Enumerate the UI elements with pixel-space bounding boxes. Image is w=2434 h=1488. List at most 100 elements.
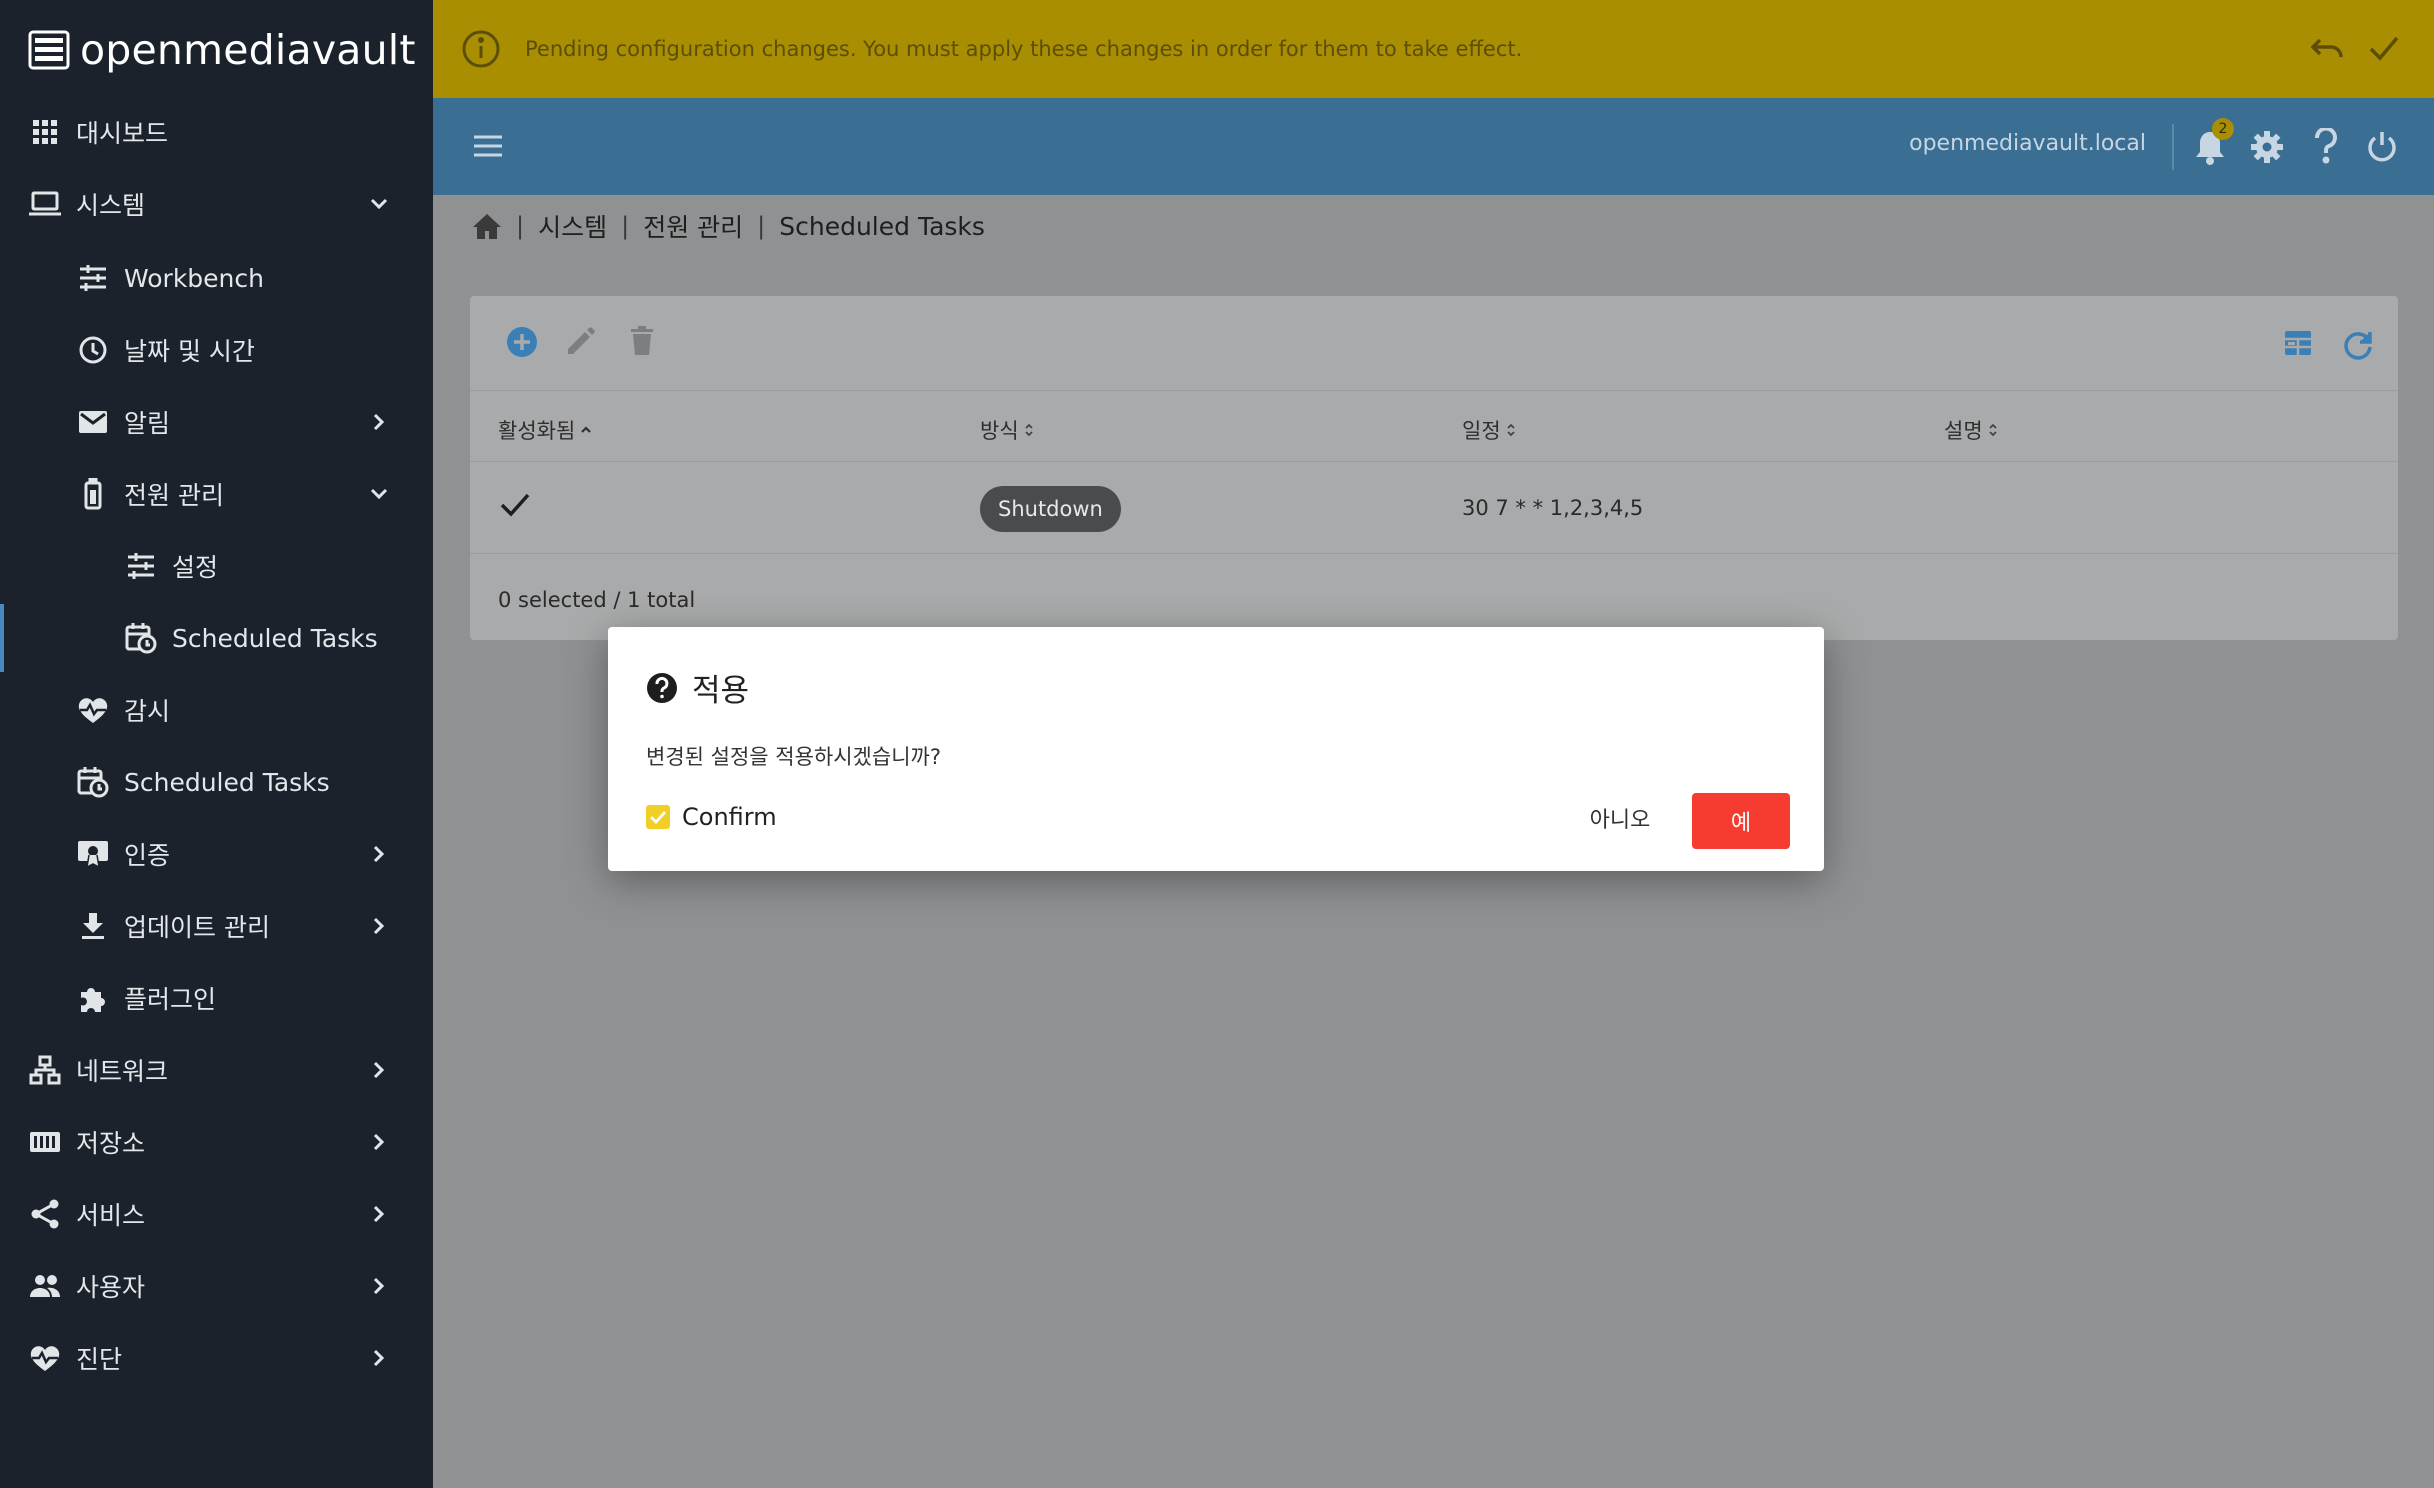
breadcrumb-item-power-management[interactable]: 전원 관리: [643, 208, 743, 244]
help-icon[interactable]: [2314, 128, 2338, 164]
toolbar-divider: [2172, 124, 2174, 170]
add-circle-icon[interactable]: [506, 326, 538, 358]
sidebar-item-diagnostics[interactable]: 진단: [0, 1324, 433, 1392]
info-icon: [461, 29, 501, 69]
sidebar-item-label: 대시보드: [76, 119, 169, 148]
sidebar-item-label: 인증: [124, 841, 171, 870]
delete-trash-icon[interactable]: [630, 326, 654, 356]
breadcrumb-separator: |: [757, 212, 766, 240]
table-view-icon[interactable]: [2284, 330, 2312, 356]
sidebar-item-label: 감시: [124, 697, 171, 726]
column-header-enabled[interactable]: 활성화됨: [498, 415, 593, 445]
menu-icon[interactable]: [473, 134, 503, 158]
confirm-label: Confirm: [682, 803, 777, 831]
sidebar-item-storage[interactable]: 저장소: [0, 1108, 433, 1176]
apply-check-icon[interactable]: [2368, 34, 2400, 62]
sort-icon: [1507, 423, 1515, 437]
selection-status: 0 selected / 1 total: [498, 588, 696, 612]
sidebar-item-network[interactable]: 네트워크: [0, 1036, 433, 1104]
scheduled-tasks-card: 활성화됨 방식 일정 설명 Shutdown 30 7 * * 1,2,3,4,…: [470, 296, 2398, 640]
app-logo[interactable]: openmediavault: [28, 22, 416, 78]
column-header-label: 방식: [980, 419, 1019, 443]
enabled-check-icon: [500, 492, 530, 518]
dialog-message: 변경된 설정을 적용하시겠습니까?: [646, 745, 941, 769]
chevron-right-icon: [373, 1205, 385, 1223]
refresh-icon[interactable]: [2342, 328, 2374, 360]
table-header: 활성화됨 방식 일정 설명: [470, 390, 2398, 462]
home-icon[interactable]: [472, 212, 502, 240]
table-row[interactable]: Shutdown 30 7 * * 1,2,3,4,5: [470, 462, 2398, 554]
sidebar-item-label: Scheduled Tasks: [124, 767, 330, 797]
chevron-right-icon: [373, 845, 385, 863]
heart-pulse-icon: [28, 1341, 62, 1375]
settings-gear-icon[interactable]: [2250, 130, 2284, 164]
no-button[interactable]: 아니오: [1574, 793, 1666, 843]
chevron-right-icon: [373, 1133, 385, 1151]
calendar-clock-icon: [76, 765, 110, 799]
dashboard-grid-icon: [28, 115, 62, 149]
hostname: openmediavault.local: [1909, 131, 2146, 156]
sidebar-item-monitoring[interactable]: 감시: [0, 676, 433, 744]
notification-badge: 2: [2212, 118, 2234, 140]
edit-pencil-icon[interactable]: [566, 326, 596, 356]
sort-icon: [1025, 423, 1033, 437]
sidebar-item-label: 시스템: [76, 191, 146, 220]
puzzle-icon: [76, 981, 110, 1015]
share-icon: [28, 1197, 62, 1231]
chevron-right-icon: [373, 1277, 385, 1295]
checkmark-icon: [650, 811, 667, 824]
chevron-down-icon: [370, 198, 388, 210]
column-header-method[interactable]: 방식: [980, 415, 1035, 445]
sort-icon: [1989, 423, 1997, 437]
top-app-bar: openmediavault.local 2: [433, 98, 2434, 195]
storage-icon: [28, 1125, 62, 1159]
column-header-schedule[interactable]: 일정: [1462, 415, 1517, 445]
chevron-right-icon: [373, 1349, 385, 1367]
sidebar-item-notifications[interactable]: 알림: [0, 388, 433, 456]
chevron-right-icon: [373, 917, 385, 935]
calendar-clock-icon: [124, 621, 158, 655]
sidebar-item-dashboard[interactable]: 대시보드: [0, 98, 433, 166]
sidebar-item-update-management[interactable]: 업데이트 관리: [0, 892, 433, 960]
sidebar-item-label: 사용자: [76, 1273, 146, 1302]
sidebar-item-services[interactable]: 서비스: [0, 1180, 433, 1248]
confirm-checkbox[interactable]: [646, 805, 670, 829]
sidebar-item-power-management[interactable]: 전원 관리: [0, 460, 433, 528]
sidebar-item-users[interactable]: 사용자: [0, 1252, 433, 1320]
mail-icon: [76, 405, 110, 439]
sidebar-item-label: 알림: [124, 409, 171, 438]
network-icon: [28, 1053, 62, 1087]
sidebar-item-label: 업데이트 관리: [124, 913, 270, 942]
breadcrumb-item-system[interactable]: 시스템: [538, 208, 607, 244]
apply-changes-dialog: 적용 변경된 설정을 적용하시겠습니까? Confirm 아니오 예: [608, 627, 1824, 871]
sidebar-item-scheduled-tasks[interactable]: Scheduled Tasks: [0, 748, 433, 816]
sidebar-item-label: 저장소: [76, 1129, 146, 1158]
users-icon: [28, 1269, 62, 1303]
chevron-right-icon: [373, 413, 385, 431]
power-icon[interactable]: [2366, 130, 2398, 162]
sidebar-item-date-time[interactable]: 날짜 및 시간: [0, 316, 433, 384]
sort-ascending-icon: [581, 426, 592, 433]
undo-icon[interactable]: [2310, 34, 2344, 64]
yes-button[interactable]: 예: [1692, 793, 1790, 849]
confirm-checkbox-row[interactable]: Confirm: [646, 803, 777, 831]
breadcrumb-item-scheduled-tasks: Scheduled Tasks: [779, 211, 985, 241]
sidebar-item-power-scheduled-tasks[interactable]: Scheduled Tasks: [0, 604, 433, 672]
sidebar-item-label: 날짜 및 시간: [124, 337, 255, 366]
download-icon: [76, 909, 110, 943]
tune-icon: [124, 549, 158, 583]
sidebar-item-label: 설정: [172, 553, 219, 582]
sidebar-item-label: 네트워크: [76, 1057, 169, 1086]
sidebar-item-plugins[interactable]: 플러그인: [0, 964, 433, 1032]
sidebar-item-workbench[interactable]: Workbench: [0, 244, 433, 312]
sidebar-item-label: Scheduled Tasks: [172, 623, 378, 653]
schedule-cell: 30 7 * * 1,2,3,4,5: [1462, 496, 1644, 520]
sidebar-item-system[interactable]: 시스템: [0, 170, 433, 238]
sidebar-item-power-settings[interactable]: 설정: [0, 532, 433, 600]
chevron-right-icon: [373, 1061, 385, 1079]
sidebar-item-certificates[interactable]: 인증: [0, 820, 433, 888]
column-header-description[interactable]: 설명: [1944, 415, 1999, 445]
heart-pulse-icon: [76, 693, 110, 727]
table-toolbar: [470, 296, 2398, 390]
tune-icon: [76, 261, 110, 295]
